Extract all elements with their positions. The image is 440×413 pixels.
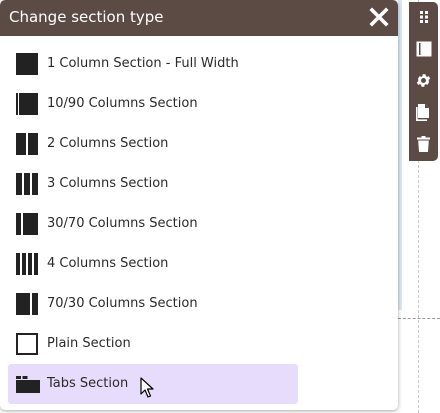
section-option-label: 3 Columns Section <box>47 176 169 191</box>
mouse-pointer-icon <box>140 377 154 398</box>
section-option-label: 30/70 Columns Section <box>47 216 198 231</box>
close-icon <box>369 7 389 27</box>
section-option-2-columns[interactable]: 2 Columns Section <box>8 124 298 164</box>
trash-icon <box>417 136 430 152</box>
section-layout-icon <box>416 41 431 57</box>
section-2-columns-icon <box>16 133 38 155</box>
gear-icon <box>416 73 431 87</box>
section-option-70-30[interactable]: 70/30 Columns Section <box>8 284 298 324</box>
section-option-30-70[interactable]: 30/70 Columns Section <box>8 204 298 244</box>
section-option-label: 70/30 Columns Section <box>47 296 198 311</box>
section-settings-button[interactable] <box>409 65 438 95</box>
change-section-type-dialog: Change section type 1 Column Section - F… <box>0 0 398 410</box>
section-option-label: 4 Columns Section <box>47 256 169 271</box>
dialog-header: Change section type <box>0 0 398 36</box>
page: Change section type 1 Column Section - F… <box>0 0 440 413</box>
section-edge-highlight <box>398 0 402 310</box>
section-option-4-columns[interactable]: 4 Columns Section <box>8 244 298 284</box>
section-option-label: Tabs Section <box>47 376 129 391</box>
duplicate-section-button[interactable] <box>409 97 438 127</box>
drag-handle-button[interactable] <box>409 2 438 32</box>
delete-section-button[interactable] <box>409 129 438 159</box>
section-toolbar <box>409 2 438 161</box>
section-option-label: 2 Columns Section <box>47 136 169 151</box>
section-30-70-icon <box>16 213 38 235</box>
section-1-column-full-width-icon <box>16 53 38 75</box>
close-button[interactable] <box>367 5 391 29</box>
dialog-title: Change section type <box>9 8 164 26</box>
section-option-1-column-full-width[interactable]: 1 Column Section - Full Width <box>8 44 298 84</box>
copy-icon <box>416 103 429 121</box>
section-4-columns-icon <box>16 253 38 275</box>
section-option-label: 10/90 Columns Section <box>47 96 198 111</box>
section-plain-icon <box>16 333 38 355</box>
layout-guide-horizontal <box>398 318 440 319</box>
section-option-3-columns[interactable]: 3 Columns Section <box>8 164 298 204</box>
section-option-label: 1 Column Section - Full Width <box>47 56 239 71</box>
drag-handle-icon <box>419 11 428 23</box>
section-option-plain[interactable]: Plain Section <box>8 324 298 364</box>
section-3-columns-icon <box>16 173 38 195</box>
section-option-10-90[interactable]: 10/90 Columns Section <box>8 84 298 124</box>
section-10-90-icon <box>16 93 38 115</box>
section-70-30-icon <box>16 293 38 315</box>
change-section-type-button[interactable] <box>409 34 438 64</box>
section-tabs-icon <box>16 376 40 393</box>
section-option-label: Plain Section <box>47 336 131 351</box>
